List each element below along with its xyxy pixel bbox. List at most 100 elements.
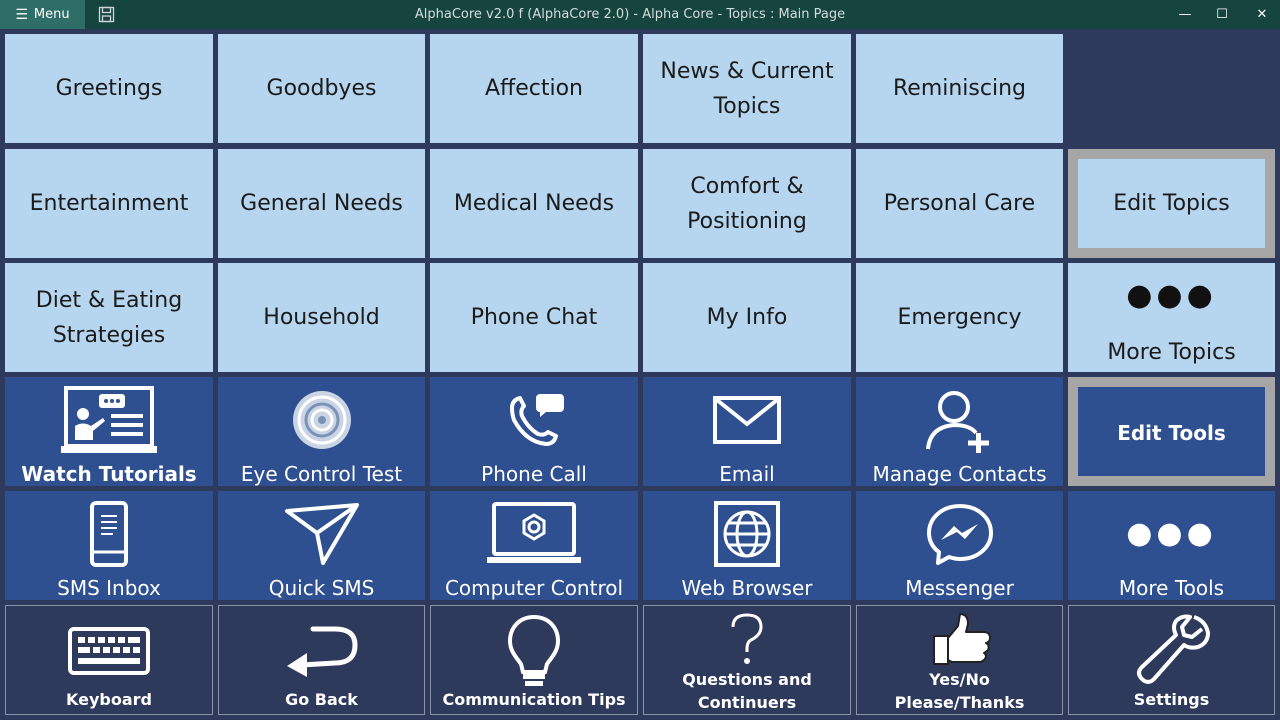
more-tools-button[interactable]: ●●● More Tools bbox=[1068, 491, 1275, 600]
more-topics-button[interactable]: ●●● More Topics bbox=[1068, 263, 1275, 372]
web-browser-button[interactable]: Web Browser bbox=[643, 491, 851, 600]
tile-label: Keyboard bbox=[66, 689, 152, 709]
topic-greetings[interactable]: Greetings bbox=[5, 34, 213, 143]
tile-label-line1: Diet & Eating bbox=[35, 287, 183, 313]
laptop-eye-icon bbox=[487, 501, 581, 563]
edit-topics-button[interactable]: Edit Topics bbox=[1068, 149, 1275, 258]
menu-label: Menu bbox=[33, 7, 70, 22]
tile-label-line1: Yes/No bbox=[929, 670, 990, 689]
tile-label: Settings bbox=[1133, 689, 1210, 709]
tile-label: Communication Tips bbox=[442, 689, 626, 709]
question-mark-icon bbox=[731, 613, 763, 664]
email-button[interactable]: Email bbox=[643, 377, 851, 486]
tile-label: Reminiscing bbox=[892, 76, 1026, 101]
topic-diet-eating-strategies[interactable]: Diet & Eating Strategies bbox=[5, 263, 213, 372]
topic-affection[interactable]: Affection bbox=[430, 34, 638, 143]
watch-tutorials-button[interactable]: Watch Tutorials bbox=[5, 377, 213, 486]
tile-label: More Topics bbox=[1107, 340, 1236, 365]
menu-button[interactable]: ☰ Menu bbox=[0, 0, 85, 29]
topic-comfort-positioning[interactable]: Comfort & Positioning bbox=[643, 149, 851, 258]
topic-general-needs[interactable]: General Needs bbox=[218, 149, 425, 258]
topic-news-current-topics[interactable]: News & Current Topics bbox=[643, 34, 851, 143]
window-title: AlphaCore v2.0 f (AlphaCore 2.0) - Alpha… bbox=[414, 7, 846, 22]
tile-label: Phone Call bbox=[481, 461, 587, 486]
messenger-button[interactable]: Messenger bbox=[856, 491, 1063, 600]
hamburger-icon: ☰ bbox=[15, 6, 28, 23]
tile-label: Medical Needs bbox=[453, 191, 615, 216]
maximize-button[interactable]: ☐ bbox=[1202, 0, 1242, 29]
tile-label: My Info bbox=[706, 305, 788, 330]
questions-continuers-button[interactable]: Questions and Continuers bbox=[643, 605, 851, 715]
tile-label: Watch Tutorials bbox=[21, 461, 197, 486]
tile-label: Eye Control Test bbox=[240, 461, 403, 486]
eye-target-icon bbox=[292, 390, 351, 449]
tile-label: Email bbox=[719, 461, 775, 486]
topic-my-info[interactable]: My Info bbox=[643, 263, 851, 372]
sms-inbox-button[interactable]: SMS Inbox bbox=[5, 491, 213, 600]
minimize-button[interactable]: — bbox=[1165, 0, 1205, 29]
edit-tools-button[interactable]: Edit Tools bbox=[1068, 377, 1275, 486]
tile-label: Quick SMS bbox=[268, 575, 375, 600]
topic-household[interactable]: Household bbox=[218, 263, 425, 372]
messenger-icon bbox=[926, 503, 993, 565]
tile-label-line2: Positioning bbox=[687, 208, 807, 234]
tile-label-line2: Please/Thanks bbox=[894, 693, 1025, 712]
smartphone-icon bbox=[90, 500, 128, 567]
more-dots-icon: ●●● bbox=[1126, 278, 1217, 313]
topic-entertainment[interactable]: Entertainment bbox=[5, 149, 213, 258]
tile-label: More Tools bbox=[1118, 575, 1225, 600]
tile-label-line1: News & Current bbox=[660, 58, 834, 84]
topic-emergency[interactable]: Emergency bbox=[856, 263, 1063, 372]
tutorial-presentation-icon bbox=[61, 385, 157, 453]
phone-call-button[interactable]: Phone Call bbox=[430, 377, 638, 486]
tile-label: Manage Contacts bbox=[872, 461, 1047, 486]
tile-label: Messenger bbox=[905, 575, 1014, 600]
eye-control-test-button[interactable]: Eye Control Test bbox=[218, 377, 425, 486]
title-bar: ☰ Menu AlphaCore v2.0 f (AlphaCore 2.0) … bbox=[0, 0, 1280, 29]
close-button[interactable]: ✕ bbox=[1242, 0, 1280, 29]
tile-label-line1: Comfort & bbox=[690, 173, 804, 199]
topic-medical-needs[interactable]: Medical Needs bbox=[430, 149, 638, 258]
save-icon[interactable] bbox=[98, 6, 115, 23]
phone-call-icon bbox=[510, 393, 564, 446]
topic-phone-chat[interactable]: Phone Chat bbox=[430, 263, 638, 372]
communication-tips-button[interactable]: Communication Tips bbox=[430, 605, 638, 715]
tile-label: Edit Topics bbox=[1113, 191, 1230, 216]
thumbs-up-icon bbox=[932, 613, 991, 665]
tile-label-line1: Questions and bbox=[682, 670, 812, 689]
manage-contacts-button[interactable]: Manage Contacts bbox=[856, 377, 1063, 486]
keyboard-icon bbox=[68, 626, 150, 675]
tile-label: General Needs bbox=[240, 191, 403, 216]
tile-label-line2: Strategies bbox=[52, 322, 166, 348]
tile-label: Goodbyes bbox=[266, 76, 377, 101]
yes-no-please-thanks-button[interactable]: Yes/No Please/Thanks bbox=[856, 605, 1063, 715]
quick-sms-button[interactable]: Quick SMS bbox=[218, 491, 425, 600]
tile-label: SMS Inbox bbox=[57, 575, 161, 600]
go-back-button[interactable]: Go Back bbox=[218, 605, 425, 715]
tile-label: Household bbox=[263, 305, 380, 330]
keyboard-button[interactable]: Keyboard bbox=[5, 605, 213, 715]
settings-button[interactable]: Settings bbox=[1068, 605, 1275, 715]
paper-plane-icon bbox=[284, 502, 359, 565]
add-contact-icon bbox=[925, 390, 989, 453]
tile-label: Phone Chat bbox=[470, 305, 598, 330]
topic-goodbyes[interactable]: Goodbyes bbox=[218, 34, 425, 143]
tile-label: Affection bbox=[485, 76, 583, 101]
lightbulb-icon bbox=[507, 614, 561, 686]
tile-label: Entertainment bbox=[29, 191, 189, 216]
tile-label: Personal Care bbox=[883, 191, 1036, 216]
tile-label: Greetings bbox=[55, 76, 163, 101]
back-arrow-icon bbox=[286, 626, 358, 677]
tile-label: Emergency bbox=[897, 305, 1022, 330]
globe-icon bbox=[714, 500, 780, 567]
more-dots-icon: ●●● bbox=[1126, 515, 1217, 551]
tile-label: Go Back bbox=[285, 689, 358, 709]
computer-control-button[interactable]: Computer Control bbox=[430, 491, 638, 600]
topic-reminiscing[interactable]: Reminiscing bbox=[856, 34, 1063, 143]
wrench-icon bbox=[1136, 614, 1210, 684]
tile-label: Computer Control bbox=[444, 575, 624, 600]
tile-label: Web Browser bbox=[681, 575, 813, 600]
tile-label: Edit Tools bbox=[1117, 420, 1226, 445]
tile-label-line2: Topics bbox=[713, 93, 781, 119]
topic-personal-care[interactable]: Personal Care bbox=[856, 149, 1063, 258]
